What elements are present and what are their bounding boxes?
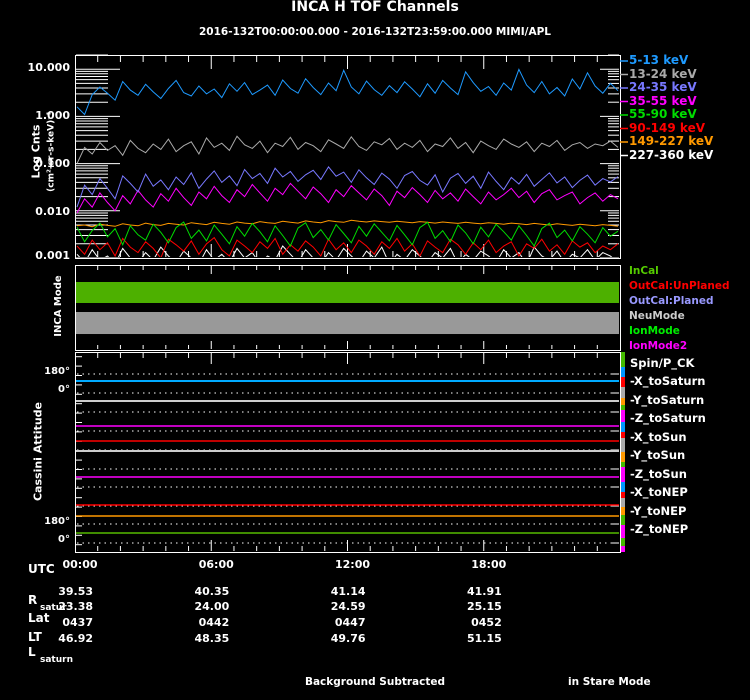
energy-legend-item: 149-227 keV <box>629 134 714 148</box>
table-row-label: L <box>28 645 36 659</box>
energy-legend-item: 55-90 keV <box>629 107 697 121</box>
trace-35-55-kev <box>76 182 619 214</box>
attitude-legend-item: -Y_toSun <box>630 448 686 462</box>
attitude-colorbar-segment <box>621 398 625 405</box>
table-cell: 46.92 <box>58 632 93 645</box>
table-row-label: R <box>28 593 38 607</box>
attitude-colorbar-segment <box>621 352 625 367</box>
table-row-label: LT <box>28 630 42 644</box>
energy-legend-item: 13-24 keV <box>629 66 697 81</box>
attitude-colorbar-segment <box>621 515 625 525</box>
inca-tof-display: INCA H TOF Channels 2016-132T00:00:00.00… <box>0 0 750 700</box>
attitude-colorbar-segment <box>621 482 625 492</box>
attitude-tick-label: 180° <box>44 366 70 377</box>
table-cell: 48.35 <box>194 632 230 645</box>
utc-tick-label: 06:00 <box>198 558 234 571</box>
energy-legend-item: 35-55 keV <box>629 93 697 108</box>
attitude-legend-item: -Z_toSun <box>630 466 687 481</box>
attitude-colorbar-segment <box>621 452 625 462</box>
attitude-colorbar-segment <box>621 367 625 377</box>
attitude-colorbar-segment <box>621 432 625 438</box>
trace-149-227-kev <box>76 219 619 228</box>
counts-tick-label: 1.000 <box>35 109 70 122</box>
attitude-colorbar-segment <box>621 525 625 538</box>
attitude-colorbar-segment <box>621 387 625 398</box>
attitude-colorbar-segment <box>621 498 625 507</box>
utc-tick-label: 00:00 <box>62 558 98 571</box>
table-row-label-sub: saturn <box>40 655 73 665</box>
counts-tick-label: 10.000 <box>27 61 70 74</box>
attitude-legend-item: -Z_toNEP <box>630 522 689 536</box>
mode-bar-0 <box>76 282 619 303</box>
table-cell: 41.91 <box>466 585 502 598</box>
energy-legend-item: 24-35 keV <box>629 80 697 94</box>
mode-legend-item: OutCal:UnPlaned <box>629 280 730 292</box>
table-cell: 49.76 <box>330 632 366 645</box>
counts-tick-label: 0.010 <box>35 205 70 218</box>
attitude-colorbar-segment <box>621 538 625 546</box>
trace-5-13-kev <box>76 68 619 116</box>
footer-note-right: in Stare Mode <box>568 676 651 688</box>
mode-legend-item: NeuMode <box>629 310 685 322</box>
mode-bar-1 <box>76 312 619 335</box>
mode-legend-item: IonMode <box>629 325 680 337</box>
attitude-colorbar-segment <box>621 410 625 422</box>
table-cell: 0452 <box>471 616 502 629</box>
utc-tick-label: 12:00 <box>334 558 370 571</box>
attitude-colorbar-segment <box>621 405 625 410</box>
attitude-colorbar-segment <box>621 507 625 515</box>
table-cell: 51.15 <box>466 632 502 645</box>
attitude-colorbar-segment <box>621 467 625 482</box>
attitude-axis-label: Cassini Attitude <box>31 401 45 502</box>
attitude-colorbar-segment <box>621 462 625 467</box>
attitude-legend-item: -X_toNEP <box>630 485 688 499</box>
utc-row-label: UTC <box>28 562 55 576</box>
attitude-legend-item: -X_toSun <box>630 429 687 444</box>
attitude-legend-item: -Z_toSaturn <box>630 411 706 425</box>
energy-legend-item: 90-149 keV <box>629 120 705 135</box>
table-cell: 0442 <box>198 616 230 629</box>
table-cell: 24.59 <box>330 600 366 613</box>
table-cell: 24.00 <box>194 600 230 613</box>
mode-axis-label: INCA Mode <box>53 275 64 337</box>
attitude-legend-item: -X_toSaturn <box>630 374 706 388</box>
counts-tick-label: 0.100 <box>35 157 70 170</box>
trace-13-24-kev <box>76 135 619 164</box>
attitude-tick-label: 180° <box>44 516 70 527</box>
mode-legend-item: IonMode2 <box>629 340 688 352</box>
trace-24-35-kev <box>76 166 619 208</box>
table-cell: 40.35 <box>194 585 230 598</box>
attitude-colorbar-segment <box>621 422 625 432</box>
attitude-legend-item: -Y_toSaturn <box>630 392 705 407</box>
counts-tick-label: 0.001 <box>35 249 70 262</box>
attitude-legend-item: Spin/P_CK <box>630 355 695 370</box>
attitude-colorbar-segment <box>621 438 625 452</box>
attitude-tick-label: 0° <box>58 384 70 395</box>
mode-legend-item: InCal <box>629 265 659 277</box>
energy-legend-item: 227-360 keV <box>629 147 714 162</box>
table-cell: 0447 <box>334 616 366 629</box>
attitude-legend-item: -Y_toNEP <box>630 503 687 518</box>
attitude-colorbar-segment <box>621 546 625 552</box>
table-cell: 39.53 <box>58 585 93 598</box>
energy-legend-item: 5-13 keV <box>629 53 689 67</box>
table-cell: 25.15 <box>466 600 502 613</box>
attitude-colorbar-segment <box>621 377 625 387</box>
table-cell: 41.14 <box>330 585 366 598</box>
attitude-colorbar-segment <box>621 492 625 498</box>
utc-tick-label: 18:00 <box>471 558 507 571</box>
mode-legend-item: OutCal:Planed <box>629 295 714 307</box>
table-row-label: Lat <box>28 611 50 625</box>
attitude-tick-label: 0° <box>58 534 70 545</box>
